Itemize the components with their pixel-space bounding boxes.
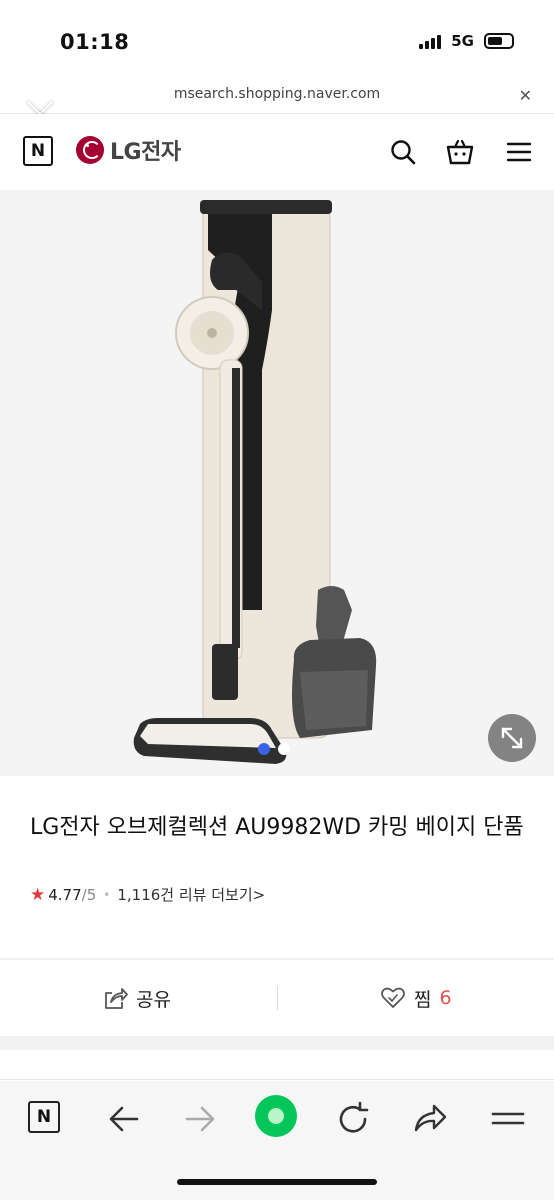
rating-score: 4.77	[48, 885, 82, 904]
home-indicator	[177, 1179, 377, 1185]
naver-home-icon[interactable]: N	[28, 1101, 60, 1133]
brand-name: LG전자	[110, 140, 181, 165]
share-button[interactable]: 공유	[102, 960, 171, 1036]
wish-button[interactable]: 찜 6	[380, 960, 452, 1036]
cart-icon[interactable]	[446, 138, 474, 166]
share-icon	[105, 988, 128, 1009]
review-link[interactable]: 1,116건 리뷰 더보기>	[117, 884, 265, 905]
separator-dot: •	[103, 887, 111, 902]
browser-toolbar: N	[0, 1081, 554, 1200]
product-info: LG전자 오브제컬렉션 AU9982WD 카밍 베이지 단품 ★ 4.77 /5…	[0, 776, 554, 960]
share-arrow-icon[interactable]	[410, 1099, 450, 1139]
refresh-icon[interactable]	[333, 1099, 373, 1139]
close-icon[interactable]: ✕	[519, 86, 532, 105]
action-divider	[277, 986, 278, 1010]
brand-logo[interactable]: LG전자	[76, 134, 181, 166]
product-actions: 공유 찜 6	[0, 960, 554, 1036]
image-pager	[258, 743, 290, 755]
signal-icon	[419, 33, 442, 49]
expand-icon[interactable]	[488, 714, 536, 762]
menu-icon[interactable]	[505, 138, 533, 166]
green-dot-icon[interactable]	[255, 1095, 297, 1137]
forward-arrow-icon[interactable]	[180, 1099, 220, 1139]
search-icon[interactable]	[389, 138, 417, 166]
next-section	[0, 1050, 554, 1080]
product-title: LG전자 오브제컬렉션 AU9982WD 카밍 베이지 단품	[30, 815, 524, 840]
url-bar: msearch.shopping.naver.com ✕	[0, 84, 554, 114]
rating-row: ★ 4.77 /5 • 1,116건 리뷰 더보기>	[30, 884, 265, 905]
status-time: 01:18	[60, 30, 130, 54]
product-image-carousel[interactable]	[0, 190, 554, 776]
status-indicators: 5G	[419, 32, 514, 50]
network-label: 5G	[451, 32, 474, 50]
pager-dot[interactable]	[278, 743, 290, 755]
pager-dot-active[interactable]	[258, 743, 270, 755]
share-label: 공유	[136, 988, 171, 1011]
section-gap	[0, 1036, 554, 1050]
battery-icon	[484, 33, 514, 49]
naver-logo-button[interactable]: N	[23, 136, 53, 166]
status-bar: 01:18 5G	[0, 0, 554, 84]
heart-icon	[381, 987, 405, 1008]
page: 01:18 5G msearch.shopping.naver.com ✕ N …	[0, 0, 554, 1200]
url-text[interactable]: msearch.shopping.naver.com	[0, 86, 554, 102]
product-image	[133, 200, 377, 764]
site-header: N LG전자	[0, 114, 554, 190]
star-icon: ★	[30, 884, 46, 905]
menu-icon[interactable]	[488, 1099, 528, 1139]
rating-max: /5	[81, 885, 97, 904]
back-arrow-icon[interactable]	[104, 1099, 144, 1139]
wish-count: 6	[439, 987, 452, 1009]
wish-label: 찜	[414, 988, 432, 1011]
lg-logo-icon	[76, 136, 104, 164]
